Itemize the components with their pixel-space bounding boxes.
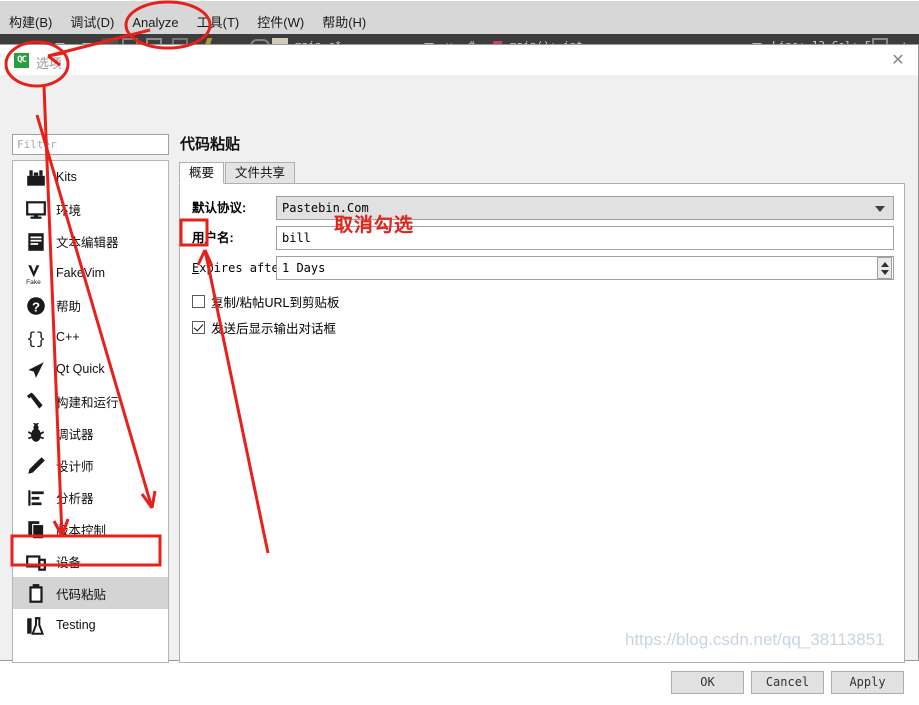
settings-form: 默认协议: Pastebin.Com 用户名: Expires after: 1… (179, 184, 905, 663)
menu-bar: 构建(B) 调试(D) Analyze 工具(T) 控件(W) 帮助(H) (0, 1, 919, 35)
sidebar-item-label: C++ (56, 330, 80, 344)
hammer-icon (25, 391, 47, 411)
sidebar-item-label: 设计师 (56, 459, 94, 474)
sidebar-item-testing[interactable]: Testing (13, 609, 168, 641)
svg-text:{}: {} (26, 330, 46, 349)
sidebar-item-c[interactable]: {} C++ (13, 321, 168, 353)
close-icon[interactable]: ✕ (888, 51, 908, 71)
sidebar-item-fakevim[interactable]: Fake FakeVim (13, 257, 168, 289)
version-control-icon (25, 519, 47, 540)
sidebar-item-label: 调试器 (56, 427, 94, 442)
sidebar-item-label: 环境 (56, 203, 82, 218)
sidebar-item-label: 构建和运行 (56, 395, 119, 410)
window-top-strip (0, 1, 919, 11)
svg-text:?: ? (32, 300, 40, 315)
sidebar-item-label: Qt Quick (56, 362, 105, 376)
sidebar-item-[interactable]: 分析器 (13, 481, 168, 513)
bug-icon (25, 422, 47, 443)
protocol-label: 默认协议: (192, 201, 247, 215)
sidebar-item-[interactable]: 构建和运行 (13, 385, 168, 417)
cancel-button[interactable]: Cancel (751, 671, 824, 694)
expires-spinbox[interactable]: 1 Days (276, 256, 894, 280)
stepper-down-icon[interactable] (881, 270, 889, 275)
qtcreator-logo-icon: QC (14, 53, 29, 68)
sidebar-item-label: 代码粘贴 (56, 587, 107, 602)
text-editor-icon (25, 231, 47, 251)
ok-button[interactable]: OK (671, 671, 744, 694)
dialog-title-bar: QC 选项 ✕ (0, 45, 918, 75)
show-output-checkbox[interactable] (192, 321, 205, 334)
monitor-icon (25, 199, 47, 219)
menu-item-build[interactable]: 构建(B) (0, 11, 61, 35)
menu-item-analyze[interactable]: Analyze (123, 11, 187, 35)
sidebar-item-qt-quick[interactable]: Qt Quick (13, 353, 168, 385)
sidebar-item-[interactable]: 文本编辑器 (13, 225, 168, 257)
copy-url-checkbox[interactable] (192, 295, 205, 308)
tab-0[interactable]: 概要 (179, 162, 225, 184)
copy-url-label: 复制/粘帖URL到剪贴板 (211, 296, 340, 310)
sidebar-item-[interactable]: 设备 (13, 545, 168, 577)
chevron-down-icon (875, 206, 885, 212)
copy-url-checkbox-row[interactable]: 复制/粘帖URL到剪贴板 (192, 292, 339, 311)
svg-text:Fake: Fake (26, 279, 41, 285)
expires-value: 1 Days (282, 261, 326, 275)
sidebar-item-[interactable]: 设计师 (13, 449, 168, 481)
sidebar-item-label: 帮助 (56, 299, 82, 314)
device-icon (25, 551, 47, 571)
menu-item-widgets[interactable]: 控件(W) (248, 11, 313, 35)
sidebar-item-label: Kits (56, 170, 77, 184)
sidebar-item-label: FakeVim (56, 266, 106, 280)
options-dialog: QC 选项 ✕ Kits 环境文本编辑器 Fake FakeVim? 帮助 {} C++ Qt… (0, 44, 919, 694)
pen-icon (25, 455, 47, 475)
qtquick-arrow-icon (25, 359, 47, 379)
sidebar-item-label: 版本控制 (56, 523, 107, 538)
sidebar-item-label: 设备 (56, 555, 82, 570)
menu-item-tools[interactable]: 工具(T) (188, 11, 249, 35)
options-category-list[interactable]: Kits 环境 文本编辑器 Fake FakeVim? 帮助 {} C++ Qt Quick 构建… (12, 160, 169, 663)
sidebar-item-kits[interactable]: Kits (13, 161, 168, 193)
filter-input[interactable] (12, 134, 169, 155)
expires-stepper[interactable] (877, 257, 892, 279)
fakevim-icon: Fake (25, 263, 47, 286)
tab-1[interactable]: 文件共享 (225, 162, 296, 184)
annotation-label-uncheck: 取消勾选 (334, 215, 415, 236)
sidebar-item-[interactable]: 代码粘贴 (13, 577, 168, 609)
sidebar-item-[interactable]: ? 帮助 (13, 289, 168, 321)
show-output-checkbox-row[interactable]: 发送后显示输出对话框 (192, 318, 336, 337)
dialog-title: 选项 (36, 56, 63, 71)
help-question-icon: ? (25, 295, 47, 315)
analyzer-chart-icon (25, 487, 47, 507)
stepper-up-icon[interactable] (881, 262, 889, 267)
username-label: 用户名: (192, 231, 234, 245)
sidebar-item-label: 分析器 (56, 491, 94, 506)
dialog-button-bar: OK Cancel Apply (0, 663, 918, 705)
sidebar-item-label: 文本编辑器 (56, 235, 119, 250)
sidebar-item-label: Testing (56, 618, 96, 632)
settings-tabs: 概要 文件共享 (179, 162, 905, 184)
menu-item-debug[interactable]: 调试(D) (61, 11, 123, 35)
menu-item-help[interactable]: 帮助(H) (313, 11, 375, 35)
apply-button[interactable]: Apply (831, 671, 904, 694)
show-output-label: 发送后显示输出对话框 (211, 322, 337, 336)
sidebar-item-[interactable]: 环境 (13, 193, 168, 225)
testing-flask-icon (25, 615, 47, 635)
sidebar-item-[interactable]: 版本控制 (13, 513, 168, 545)
page-title: 代码粘贴 (180, 136, 241, 153)
clipboard-icon (25, 583, 47, 603)
braces-icon: {} (25, 327, 47, 349)
sidebar-item-[interactable]: 调试器 (13, 417, 168, 449)
kits-icon (25, 167, 47, 187)
watermark: https://blog.csdn.net/qq_38113851 (625, 630, 885, 649)
